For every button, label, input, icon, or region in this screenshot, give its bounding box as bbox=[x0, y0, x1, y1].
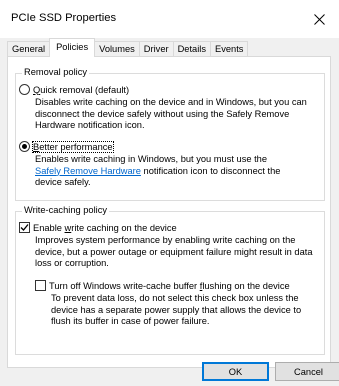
turn-off-flushing-option[interactable]: Turn off Windows write-cache buffer flus… bbox=[35, 280, 290, 291]
cancel-button[interactable]: Cancel bbox=[275, 362, 339, 381]
quick-removal-radio[interactable] bbox=[19, 84, 30, 95]
close-icon bbox=[313, 13, 325, 25]
tab-details[interactable]: Details bbox=[172, 41, 212, 57]
tab-events[interactable]: Events bbox=[210, 41, 249, 57]
better-performance-label: Better performance bbox=[32, 140, 114, 153]
write-caching-policy-legend: Write-caching policy bbox=[22, 205, 110, 215]
write-caching-policy-group: Write-caching policy Enable write cachin… bbox=[15, 205, 325, 355]
check-icon bbox=[20, 224, 29, 231]
safely-remove-hardware-link[interactable]: Safely Remove Hardware bbox=[35, 166, 141, 176]
enable-write-caching-checkbox[interactable] bbox=[19, 222, 30, 233]
tab-general[interactable]: General bbox=[7, 41, 51, 57]
turn-off-flushing-description: To prevent data loss, do not select this… bbox=[51, 293, 302, 326]
quick-removal-label: Quick removal (default) bbox=[33, 84, 130, 95]
quick-removal-description: Disables write caching on the device and… bbox=[35, 97, 307, 130]
ok-button[interactable]: OK bbox=[202, 362, 269, 381]
removal-policy-group: Removal policy Quick removal (default) D… bbox=[15, 67, 325, 201]
dialog-body: General Policies Volumes Driver Details … bbox=[0, 38, 339, 386]
close-button[interactable] bbox=[299, 0, 339, 38]
tab-strip: General Policies Volumes Driver Details … bbox=[7, 38, 249, 57]
properties-dialog: PCIe SSD Properties General Policies Vol… bbox=[0, 0, 339, 386]
turn-off-flushing-label: Turn off Windows write-cache buffer flus… bbox=[49, 280, 290, 291]
better-performance-option[interactable]: Better performance bbox=[19, 140, 114, 153]
quick-removal-option[interactable]: Quick removal (default) bbox=[19, 84, 129, 95]
tab-volumes[interactable]: Volumes bbox=[94, 41, 140, 57]
policies-panel: Removal policy Quick removal (default) D… bbox=[7, 56, 331, 368]
enable-write-caching-label: Enable write caching on the device bbox=[33, 222, 177, 233]
tab-driver[interactable]: Driver bbox=[138, 41, 174, 57]
tab-policies[interactable]: Policies bbox=[49, 38, 96, 57]
turn-off-flushing-checkbox[interactable] bbox=[35, 280, 46, 291]
better-performance-description: Enables write caching in Windows, but yo… bbox=[35, 154, 281, 187]
removal-policy-legend: Removal policy bbox=[22, 67, 90, 77]
better-performance-radio[interactable] bbox=[19, 141, 30, 152]
enable-write-caching-option[interactable]: Enable write caching on the device bbox=[19, 222, 177, 233]
window-title: PCIe SSD Properties bbox=[11, 12, 117, 24]
enable-write-caching-description: Improves system performance by enabling … bbox=[35, 235, 313, 268]
title-bar: PCIe SSD Properties bbox=[0, 0, 339, 38]
